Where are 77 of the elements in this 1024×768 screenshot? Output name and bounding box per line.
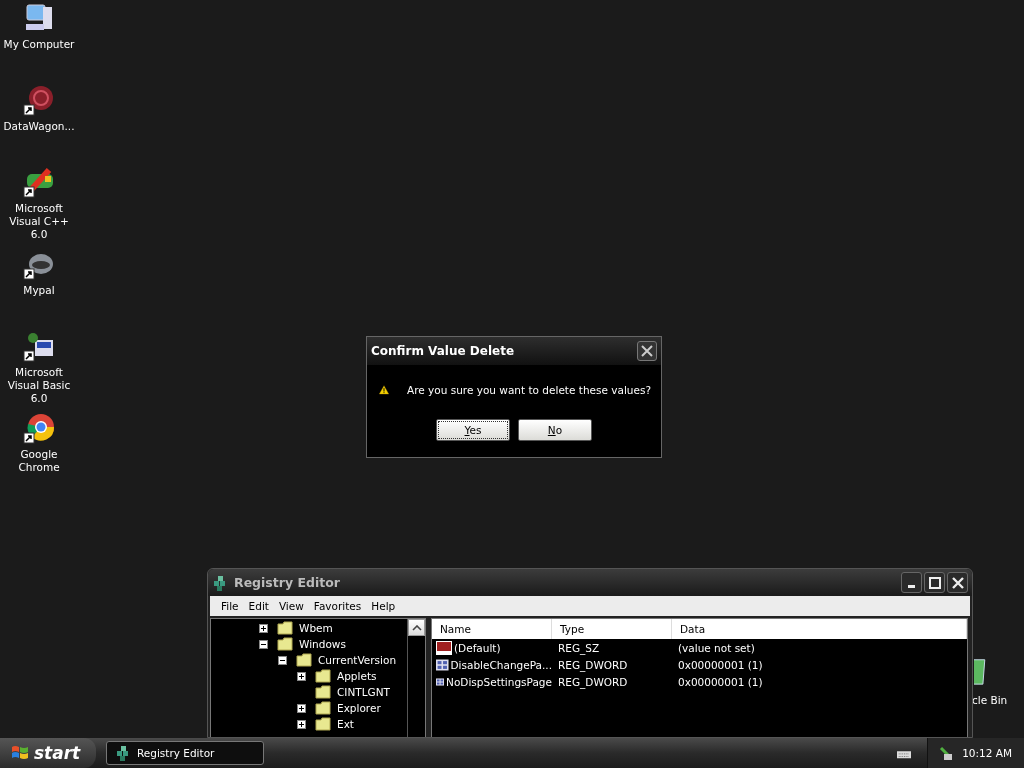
expand-icon[interactable]: [297, 671, 306, 681]
maximize-icon: [928, 576, 941, 589]
close-button[interactable]: [637, 341, 657, 361]
tree-item[interactable]: CurrentVersion: [318, 654, 397, 666]
folder-icon: [315, 669, 331, 683]
desktop-icon-label[interactable]: Google Chrome: [0, 448, 78, 474]
value-data: 0x00000001 (1): [677, 658, 763, 671]
shortcut-arrow-icon: [23, 268, 35, 280]
value-type: REG_SZ: [557, 641, 601, 654]
minimize-icon: [908, 585, 915, 588]
dialog-title: Confirm Value Delete: [371, 344, 515, 358]
folder-icon: [296, 653, 312, 667]
dialog-message: Are you sure you want to delete these values?: [407, 384, 651, 396]
folder-icon: [315, 717, 331, 731]
tree-item[interactable]: CINTLGNT: [337, 686, 390, 698]
close-icon: [951, 576, 964, 589]
collapse-icon[interactable]: [278, 655, 287, 665]
shortcut-arrow-icon: [23, 186, 35, 198]
taskbar-button[interactable]: Registry Editor: [106, 741, 264, 765]
shortcut-arrow-icon: [23, 104, 35, 116]
string-value-icon: [436, 639, 452, 656]
desktop-icon-label[interactable]: Microsoft Visual C++ 6.0: [0, 202, 78, 241]
value-name[interactable]: NoDispSettingsPage: [446, 675, 552, 688]
column-header[interactable]: Type: [552, 619, 672, 639]
chevron-up-icon: [411, 624, 422, 631]
close-icon: [641, 345, 653, 357]
tree-item[interactable]: Wbem: [299, 622, 333, 634]
registry-cubes-icon: [115, 745, 131, 761]
registry-cubes-icon: [212, 574, 228, 591]
menu-item[interactable]: File: [218, 600, 242, 612]
windows-flag-icon: [10, 744, 30, 762]
maximize-button[interactable]: [924, 572, 945, 593]
desktop-icon-label[interactable]: Microsoft Visual Basic 6.0: [0, 366, 78, 405]
tree-item[interactable]: Applets: [337, 670, 377, 682]
expand-icon[interactable]: [297, 703, 306, 713]
menu-item[interactable]: Edit: [245, 600, 272, 612]
value-name[interactable]: DisableChangePa...: [450, 658, 552, 671]
app-icon[interactable]: [23, 330, 55, 362]
collapse-icon[interactable]: [259, 639, 268, 649]
value-type: REG_DWORD: [557, 675, 629, 688]
close-button[interactable]: [947, 572, 968, 593]
value-type: REG_DWORD: [557, 658, 629, 671]
menu-item[interactable]: View: [275, 600, 307, 612]
tree-item[interactable]: Windows: [299, 638, 346, 650]
folder-icon: [277, 621, 293, 635]
web-icon[interactable]: [23, 84, 55, 116]
tree-item[interactable]: Explorer: [337, 702, 381, 714]
scrollbar[interactable]: [407, 619, 425, 737]
start-button[interactable]: start: [0, 738, 96, 768]
menu-item[interactable]: Favorites: [310, 600, 365, 612]
desktop-icon-label[interactable]: DataWagon...: [0, 120, 78, 133]
desktop-icon-label[interactable]: Mypal: [0, 284, 78, 297]
folder-icon: [315, 685, 331, 699]
app-icon[interactable]: [23, 166, 55, 198]
tree-item[interactable]: Ext: [337, 718, 354, 730]
folder-icon: [315, 701, 331, 715]
browser-icon[interactable]: [23, 412, 55, 444]
clock: 10:12 AM: [962, 747, 1012, 759]
shortcut-arrow-icon: [23, 432, 35, 444]
network-icon[interactable]: [938, 745, 955, 761]
window-title: Registry Editor: [234, 575, 341, 590]
column-header[interactable]: Name: [432, 619, 552, 639]
value-data: (value not set): [677, 641, 755, 654]
no-button[interactable]: No: [518, 419, 592, 441]
scroll-up-button[interactable]: [408, 619, 425, 636]
value-data: 0x00000001 (1): [677, 675, 763, 688]
value-name[interactable]: (Default): [454, 641, 501, 654]
expand-icon[interactable]: [297, 719, 306, 729]
menu-item[interactable]: Help: [368, 600, 399, 612]
desktop-icon-label[interactable]: My Computer: [0, 38, 78, 51]
desktop-icon-label[interactable]: cle Bin: [972, 694, 1008, 706]
yes-button[interactable]: Yes: [436, 419, 510, 441]
expand-icon[interactable]: [259, 623, 268, 633]
shortcut-arrow-icon: [23, 350, 35, 362]
column-header[interactable]: Data: [672, 619, 967, 639]
folder-icon: [277, 637, 293, 651]
minimize-button[interactable]: [901, 572, 922, 593]
